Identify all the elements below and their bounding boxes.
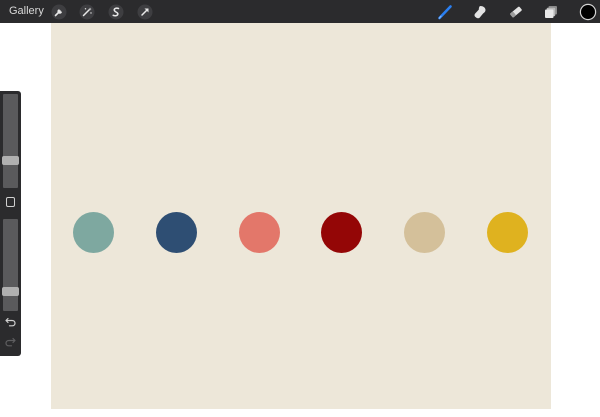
eraser-icon[interactable] <box>508 4 524 20</box>
redo-icon[interactable] <box>4 335 17 348</box>
color-swatch-mustard <box>487 212 528 253</box>
smudge-icon[interactable] <box>472 4 488 20</box>
magic-wand-icon[interactable] <box>79 4 95 20</box>
drawing-canvas[interactable] <box>51 23 551 409</box>
gallery-button[interactable]: Gallery <box>9 5 44 18</box>
opacity-slider[interactable] <box>2 219 19 311</box>
color-swatch-sand <box>404 212 445 253</box>
undo-icon[interactable] <box>4 315 17 328</box>
modify-button[interactable] <box>6 197 15 207</box>
top-toolbar: Gallery <box>0 0 600 23</box>
brush-icon[interactable] <box>437 4 453 20</box>
color-swatch-button[interactable] <box>579 3 597 21</box>
transform-arrow-icon[interactable] <box>137 4 153 20</box>
wrench-icon[interactable] <box>51 4 67 20</box>
color-swatch-coral <box>239 212 280 253</box>
left-sidebar <box>0 91 21 356</box>
color-swatch-crimson <box>321 212 362 253</box>
selection-icon[interactable] <box>108 4 124 20</box>
color-swatch-teal <box>73 212 114 253</box>
brush-size-slider[interactable] <box>2 94 19 188</box>
brush-size-slider-thumb[interactable] <box>2 156 19 165</box>
color-swatch-navy <box>156 212 197 253</box>
layers-icon[interactable] <box>543 4 559 20</box>
opacity-slider-thumb[interactable] <box>2 287 19 296</box>
